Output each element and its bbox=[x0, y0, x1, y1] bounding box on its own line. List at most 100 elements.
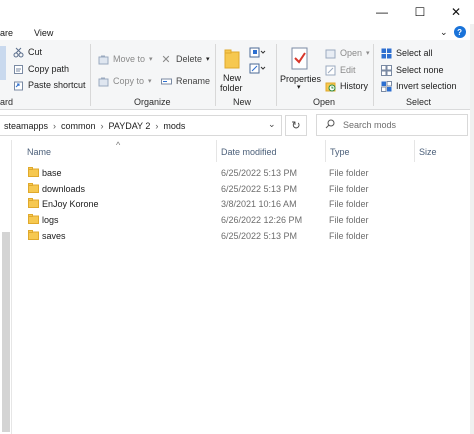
dropdown-arrow-icon: ▾ bbox=[366, 50, 370, 57]
open-button[interactable]: Open ▾ bbox=[324, 47, 370, 59]
file-date: 3/8/2021 10:16 AM bbox=[221, 198, 297, 209]
group-divider bbox=[90, 44, 91, 106]
sort-ascending-icon: ^ bbox=[116, 140, 121, 150]
breadcrumb-mods[interactable]: mods bbox=[163, 121, 185, 131]
scissors-icon bbox=[12, 46, 24, 58]
address-bar[interactable]: steamapps › common › PAYDAY 2 › mods ⌄ bbox=[0, 115, 282, 136]
cut-button[interactable]: Cut bbox=[12, 46, 42, 58]
breadcrumb-payday2[interactable]: PAYDAY 2 bbox=[109, 121, 151, 131]
new-folder-icon bbox=[224, 48, 242, 72]
open-icon bbox=[324, 47, 336, 59]
folder-icon bbox=[28, 198, 39, 208]
file-date: 6/25/2022 5:13 PM bbox=[221, 230, 298, 241]
search-input[interactable]: Search mods bbox=[343, 120, 396, 130]
rename-button[interactable]: Rename bbox=[160, 75, 210, 87]
new-item-icon bbox=[249, 47, 267, 61]
new-item-button[interactable] bbox=[249, 46, 267, 61]
folder-icon bbox=[28, 183, 39, 193]
invert-selection-button[interactable]: Invert selection bbox=[380, 80, 457, 92]
edit-button[interactable]: Edit bbox=[324, 64, 356, 76]
group-divider bbox=[276, 44, 277, 106]
breadcrumb-separator-icon: › bbox=[155, 120, 159, 131]
file-type: File folder bbox=[329, 167, 369, 178]
file-type: File folder bbox=[329, 183, 369, 194]
help-icon[interactable]: ? bbox=[453, 26, 466, 38]
maximize-button[interactable]: ☐ bbox=[402, 0, 438, 24]
file-row[interactable]: logs 6/26/2022 12:26 PM File folder bbox=[22, 212, 474, 227]
search-box[interactable]: Search mods bbox=[316, 114, 468, 136]
tab-share[interactable]: are bbox=[0, 28, 13, 38]
file-row[interactable]: saves 6/25/2022 5:13 PM File folder bbox=[22, 228, 474, 243]
properties-icon bbox=[290, 47, 310, 73]
history-button[interactable]: History bbox=[324, 80, 368, 92]
file-date: 6/25/2022 5:13 PM bbox=[221, 167, 298, 178]
folder-icon bbox=[28, 167, 39, 177]
clipboard-group-label: ard bbox=[0, 97, 14, 107]
file-type: File folder bbox=[329, 230, 369, 241]
select-none-icon bbox=[380, 64, 392, 76]
paste-button-fragment[interactable] bbox=[0, 46, 6, 80]
file-date: 6/26/2022 12:26 PM bbox=[221, 214, 303, 225]
select-all-button[interactable]: Select all bbox=[380, 47, 433, 59]
folder-icon bbox=[28, 214, 39, 224]
column-header-type[interactable]: Type bbox=[330, 144, 350, 160]
dropdown-arrow-icon: ▾ bbox=[297, 84, 301, 91]
breadcrumb-separator-icon: › bbox=[100, 120, 104, 131]
refresh-button[interactable]: ↻ bbox=[285, 115, 307, 136]
breadcrumb-common[interactable]: common bbox=[61, 121, 96, 131]
select-none-button[interactable]: Select none bbox=[380, 64, 444, 76]
folder-icon bbox=[28, 230, 39, 240]
nav-scrollbar-thumb[interactable] bbox=[2, 232, 10, 432]
window-border bbox=[470, 24, 474, 434]
easy-access-button[interactable] bbox=[249, 62, 267, 77]
column-header-size[interactable]: Size bbox=[419, 144, 437, 160]
open-group-label: Open bbox=[313, 97, 336, 107]
dropdown-arrow-icon: ▾ bbox=[149, 56, 153, 63]
copy-to-button[interactable]: Copy to ▾ bbox=[97, 75, 152, 87]
new-folder-button[interactable]: New folder bbox=[220, 46, 246, 96]
column-header-date[interactable]: Date modified bbox=[221, 144, 277, 160]
invert-selection-icon bbox=[380, 80, 392, 92]
file-name: downloads bbox=[42, 183, 86, 194]
rename-icon bbox=[160, 75, 172, 87]
dropdown-arrow-icon: ▾ bbox=[206, 56, 210, 63]
properties-button[interactable]: Properties ▾ bbox=[280, 46, 322, 94]
file-row[interactable]: downloads 6/25/2022 5:13 PM File folder bbox=[22, 181, 474, 196]
history-icon bbox=[324, 80, 336, 92]
breadcrumb-steamapps[interactable]: steamapps bbox=[4, 121, 48, 131]
chevron-down-icon[interactable]: ⌄ bbox=[440, 27, 448, 38]
file-name: logs bbox=[42, 214, 59, 225]
close-button[interactable]: ✕ bbox=[438, 0, 474, 24]
column-divider[interactable] bbox=[325, 140, 326, 162]
file-name: EnJoy Korone bbox=[42, 198, 99, 209]
breadcrumb-separator-icon: › bbox=[53, 120, 57, 131]
move-to-button[interactable]: Move to ▾ bbox=[97, 53, 153, 65]
column-divider[interactable] bbox=[414, 140, 415, 162]
ribbon-controls: ⌄ ? bbox=[440, 26, 466, 38]
address-dropdown-icon[interactable]: ⌄ bbox=[268, 119, 276, 130]
edit-icon bbox=[324, 64, 336, 76]
paste-shortcut-icon bbox=[12, 79, 24, 91]
select-all-icon bbox=[380, 47, 392, 59]
delete-button[interactable]: ✕ Delete ▾ bbox=[160, 53, 210, 66]
paste-shortcut-button[interactable]: Paste shortcut bbox=[12, 79, 86, 91]
group-divider bbox=[373, 44, 374, 106]
file-row[interactable]: base 6/25/2022 5:13 PM File folder bbox=[22, 165, 474, 180]
file-row[interactable]: EnJoy Korone 3/8/2021 10:16 AM File fold… bbox=[22, 196, 474, 211]
file-type: File folder bbox=[329, 198, 369, 209]
file-name: saves bbox=[42, 230, 66, 241]
easy-access-icon bbox=[249, 63, 267, 77]
copy-path-icon bbox=[12, 63, 24, 75]
file-type: File folder bbox=[329, 214, 369, 225]
minimize-button[interactable]: — bbox=[364, 0, 400, 24]
delete-x-icon: ✕ bbox=[161, 53, 171, 66]
dropdown-arrow-icon: ▾ bbox=[148, 78, 152, 85]
new-group-label: New bbox=[233, 97, 252, 107]
file-date: 6/25/2022 5:13 PM bbox=[221, 183, 298, 194]
select-group-label: Select bbox=[406, 97, 432, 107]
column-header-name[interactable]: Name bbox=[27, 144, 51, 160]
column-divider[interactable] bbox=[216, 140, 217, 162]
search-icon bbox=[325, 119, 335, 131]
copy-path-button[interactable]: Copy path bbox=[12, 63, 69, 75]
tab-view[interactable]: View bbox=[34, 28, 53, 38]
